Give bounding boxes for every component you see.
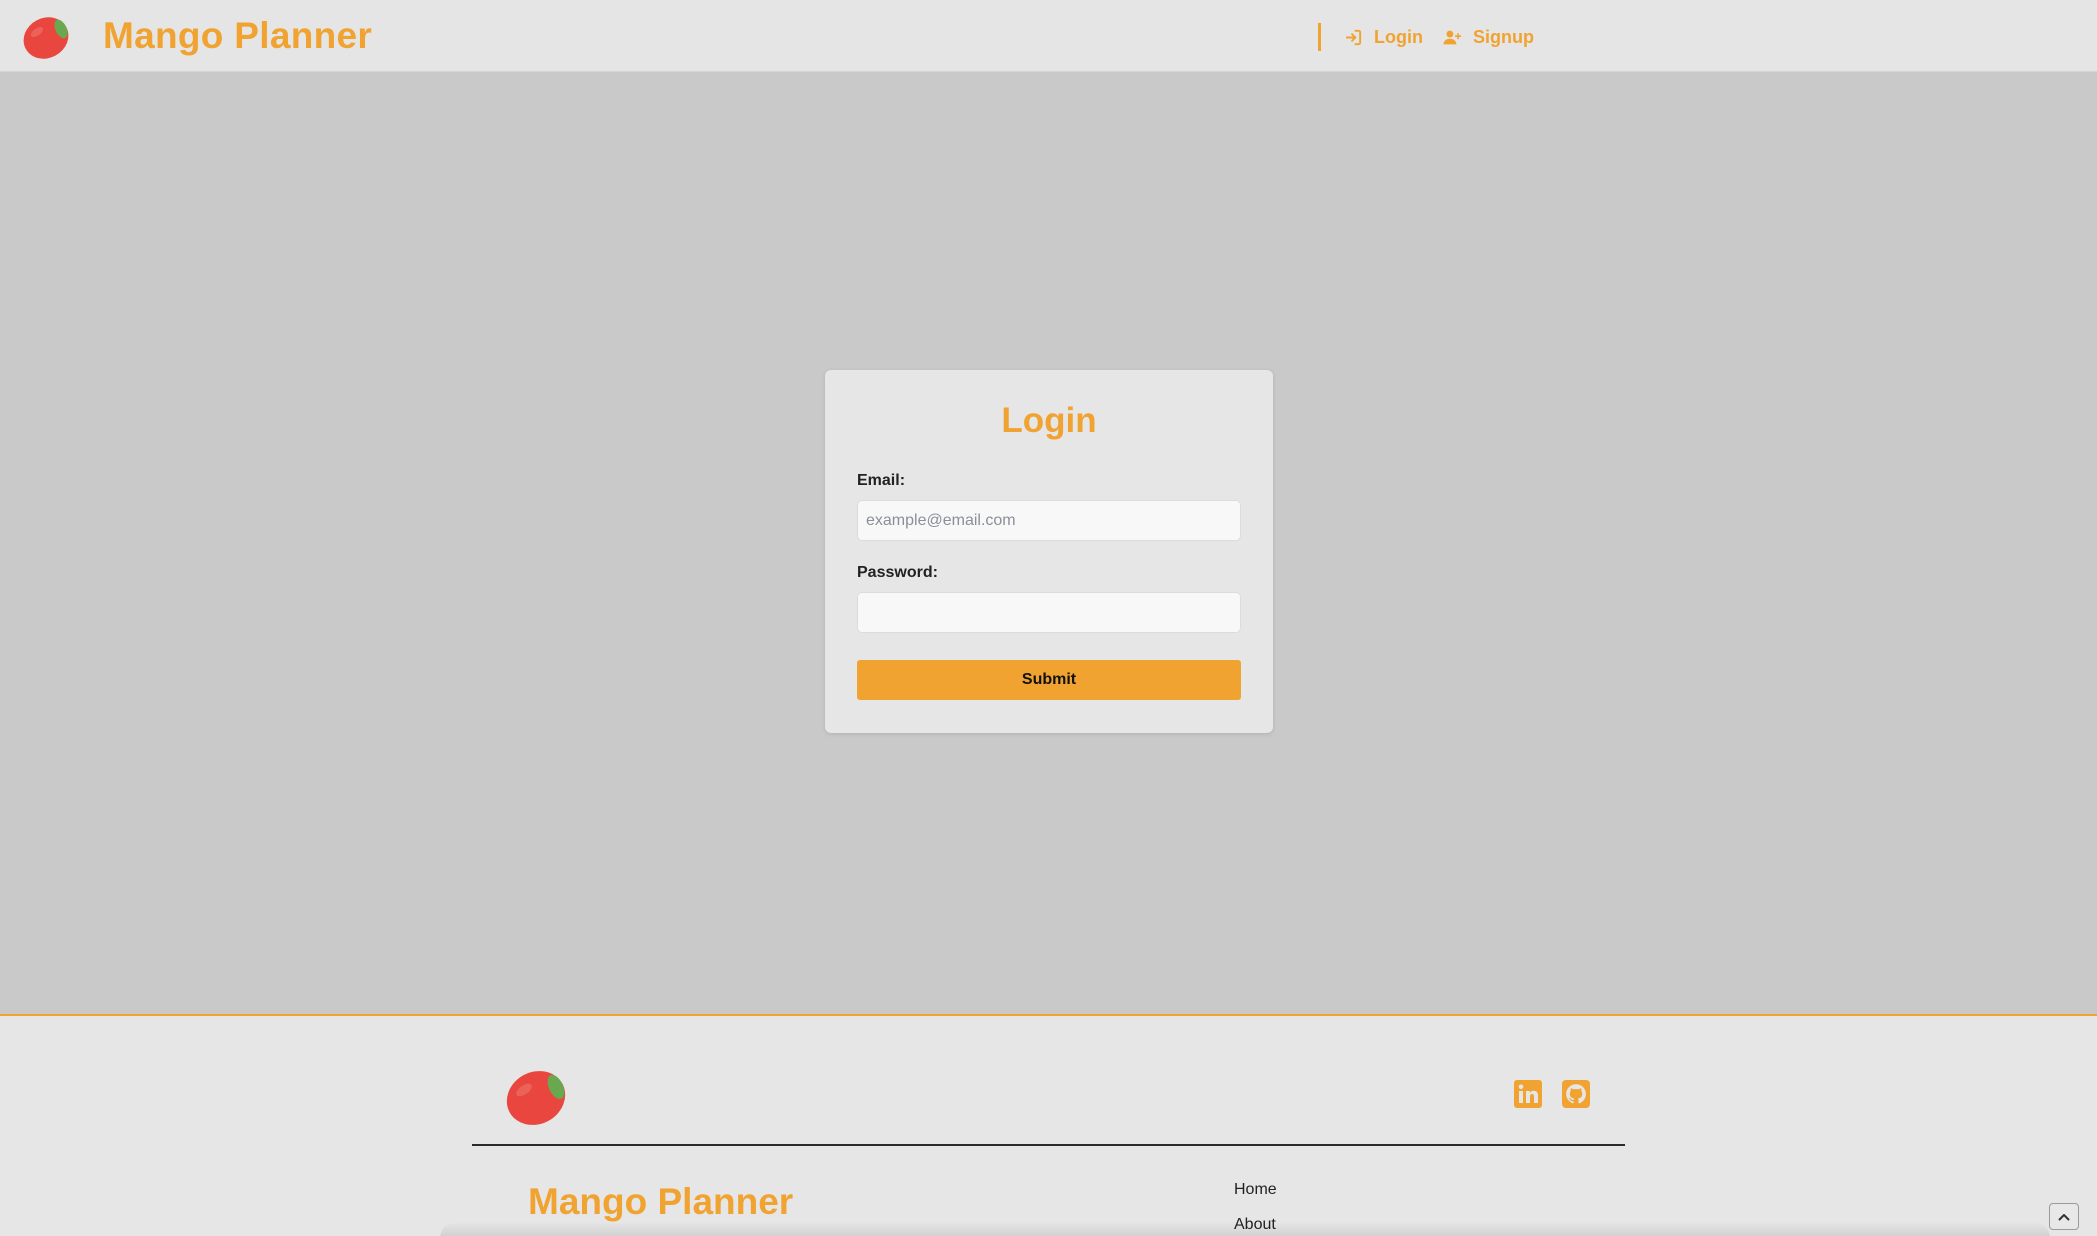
nav-signup-label: Signup: [1473, 26, 1534, 47]
scroll-top-button[interactable]: [2049, 1203, 2079, 1230]
login-card: Login Email: Password: Submit: [825, 370, 1273, 733]
nav-login-label: Login: [1374, 26, 1423, 47]
mango-logo-icon[interactable]: [21, 12, 73, 60]
brand-name[interactable]: Mango Planner: [103, 14, 372, 58]
nav-login-link[interactable]: Login: [1344, 22, 1423, 52]
email-field[interactable]: [857, 500, 1241, 541]
footer: Mango Planner Home About: [0, 1014, 2097, 1236]
footer-link-home[interactable]: Home: [1234, 1181, 1277, 1199]
email-label: Email:: [857, 472, 906, 489]
sign-in-icon: [1345, 29, 1362, 45]
footer-link-about[interactable]: About: [1234, 1216, 1276, 1234]
nav-divider: [1318, 23, 1321, 51]
submit-button[interactable]: Submit: [857, 660, 1241, 700]
login-title: Login: [1001, 401, 1097, 440]
password-label: Password:: [857, 564, 938, 581]
footer-divider: [472, 1144, 1625, 1146]
password-field[interactable]: [857, 592, 1241, 633]
nav-signup-link[interactable]: Signup: [1443, 22, 1534, 52]
mango-logo-icon: [506, 1071, 566, 1125]
footer-brand-name: Mango Planner: [528, 1181, 794, 1222]
chevron-up-icon: [2058, 1213, 2070, 1220]
user-plus-icon: [1443, 30, 1462, 44]
github-icon[interactable]: [1561, 1079, 1591, 1109]
linkedin-icon[interactable]: [1513, 1079, 1543, 1109]
top-navbar: Mango Planner Login Signup: [0, 0, 2097, 72]
